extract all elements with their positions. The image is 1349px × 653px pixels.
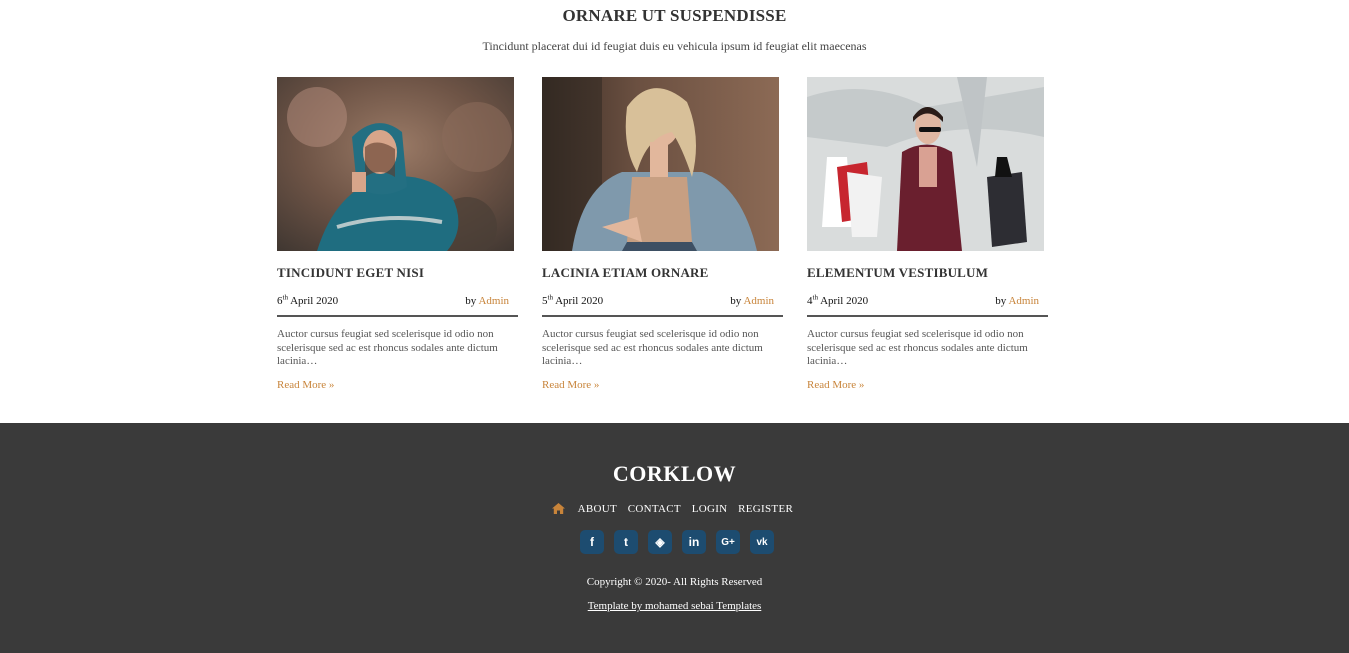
post-author: by Admin [995, 295, 1039, 307]
blog-card: LACINIA ETIAM ORNARE 5th April 2020 by A… [542, 77, 783, 393]
linkedin-icon[interactable]: in [682, 530, 706, 554]
post-image-shopping-woman[interactable] [807, 77, 1044, 251]
post-excerpt: Auctor cursus feugiat sed scelerisque id… [807, 328, 1028, 367]
post-image-denim-woman[interactable] [542, 77, 779, 251]
post-meta: 5th April 2020 by Admin [542, 293, 783, 317]
template-credit: Template by mohamed sebai Templates [0, 600, 1349, 612]
post-excerpt: Auctor cursus feugiat sed scelerisque id… [542, 328, 763, 367]
google-plus-icon[interactable]: G+ [716, 530, 740, 554]
post-date: 4th April 2020 [807, 293, 869, 307]
author-link[interactable]: Admin [1008, 295, 1039, 307]
post-image-hoodie-woman[interactable] [277, 77, 514, 251]
post-author: by Admin [730, 295, 774, 307]
author-link[interactable]: Admin [743, 295, 774, 307]
section-subtitle: Tincidunt placerat dui id feugiat duis e… [482, 39, 867, 53]
twitter-icon[interactable]: t [614, 530, 638, 554]
footer-nav-contact[interactable]: CONTACT [628, 503, 681, 515]
blog-card: ELEMENTUM VESTIBULUM 4th April 2020 by A… [807, 77, 1048, 393]
footer-nav-login[interactable]: LOGIN [692, 503, 728, 515]
facebook-icon[interactable]: f [580, 530, 604, 554]
post-title[interactable]: TINCIDUNT EGET NISI [277, 265, 518, 281]
footer-nav-register[interactable]: REGISTER [738, 503, 793, 515]
read-more-link[interactable]: Read More » [277, 379, 334, 391]
post-title[interactable]: ELEMENTUM VESTIBULUM [807, 265, 1048, 281]
template-credit-link[interactable]: Template by mohamed sebai Templates [588, 600, 762, 612]
post-excerpt: Auctor cursus feugiat sed scelerisque id… [277, 328, 498, 367]
post-meta: 6th April 2020 by Admin [277, 293, 518, 317]
post-title[interactable]: LACINIA ETIAM ORNARE [542, 265, 783, 281]
codepen-icon[interactable]: ◈ [648, 530, 672, 554]
post-author: by Admin [465, 295, 509, 307]
post-date: 5th April 2020 [542, 293, 604, 307]
blog-card: TINCIDUNT EGET NISI 6th April 2020 by Ad… [277, 77, 518, 393]
footer-nav: ABOUT CONTACT LOGIN REGISTER [0, 503, 1349, 517]
vk-icon[interactable]: vk [750, 530, 774, 554]
post-meta: 4th April 2020 by Admin [807, 293, 1048, 317]
home-icon[interactable] [551, 503, 565, 517]
author-link[interactable]: Admin [478, 295, 509, 307]
footer-nav-about[interactable]: ABOUT [578, 503, 617, 515]
read-more-link[interactable]: Read More » [807, 379, 864, 391]
read-more-link[interactable]: Read More » [542, 379, 599, 391]
footer-brand[interactable]: CORKLOW [0, 461, 1349, 487]
section-title: ORNARE UT SUSPENDISSE [562, 6, 787, 25]
footer: CORKLOW ABOUT CONTACT LOGIN REGISTER f t… [0, 423, 1349, 653]
post-date: 6th April 2020 [277, 293, 339, 307]
copyright-text: Copyright © 2020- All Rights Reserved [586, 576, 763, 588]
social-links: f t ◈ in G+ vk [580, 530, 774, 554]
